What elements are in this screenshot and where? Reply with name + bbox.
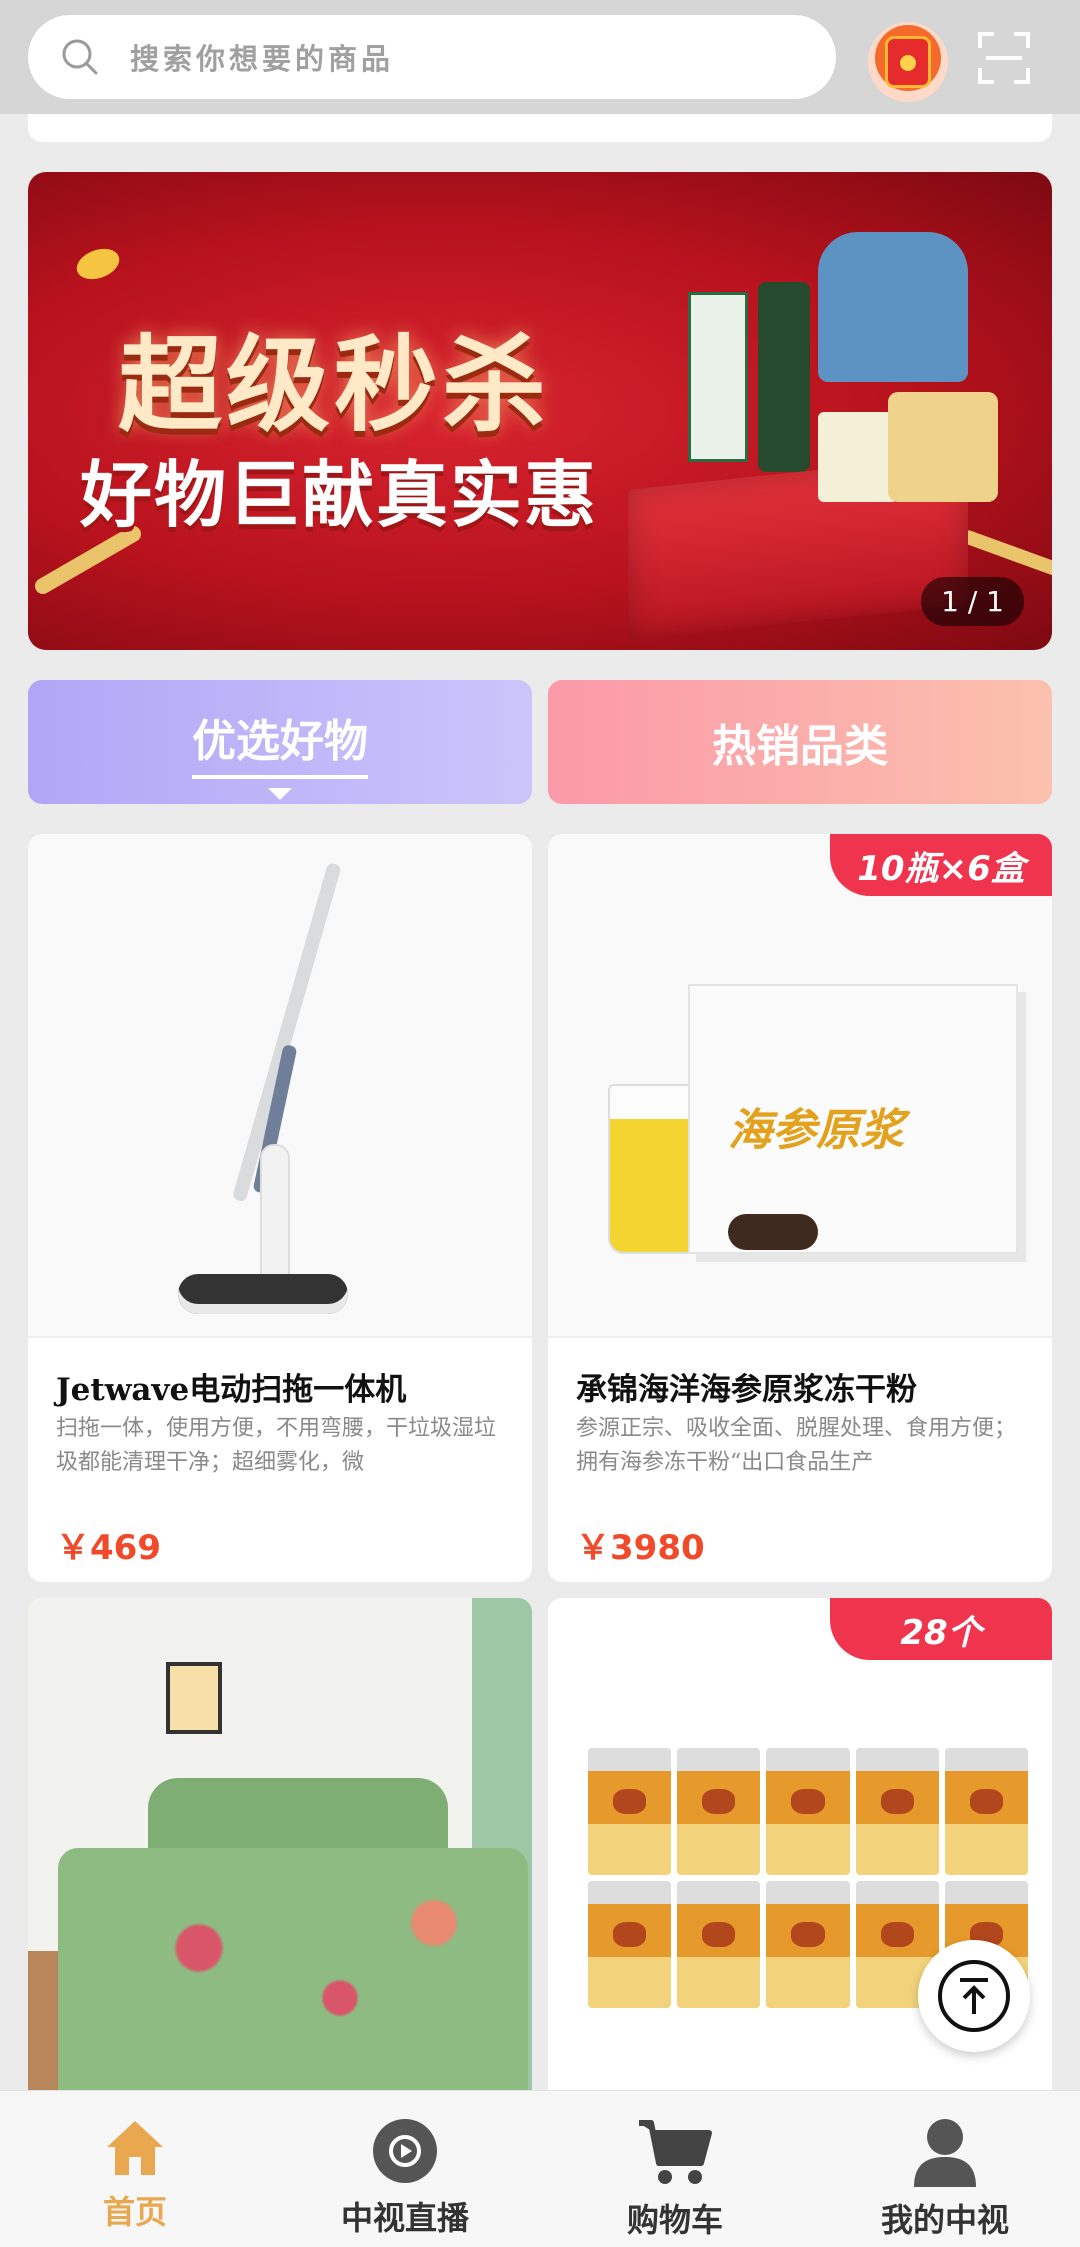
- search-bar[interactable]: 搜索你想要的商品: [28, 15, 836, 99]
- tab-hot-label: 热销品类: [712, 721, 888, 772]
- red-packet-icon[interactable]: [868, 22, 948, 102]
- tea-box-image: [818, 412, 898, 502]
- scan-icon[interactable]: [976, 30, 1032, 86]
- nav-cart-label: 购物车: [626, 2201, 723, 2239]
- search-icon: [62, 39, 98, 75]
- banner-title: 超级秒杀: [118, 323, 551, 446]
- product-image-bedding: [28, 1598, 532, 2090]
- coin-decoration: [72, 243, 124, 285]
- tab-featured[interactable]: 优选好物: [28, 680, 532, 804]
- home-icon: [107, 2121, 163, 2175]
- product-card[interactable]: 海参原浆 10瓶×6盒 承锦海洋海参原浆冻干粉 参源正宗、吸收全面、脱腥处理、食…: [548, 834, 1052, 1582]
- bottle-image: [758, 282, 810, 472]
- back-to-top-button[interactable]: [918, 1940, 1030, 2052]
- nav-home[interactable]: 首页: [0, 2091, 270, 2247]
- tab-featured-label: 优选好物: [192, 705, 368, 779]
- product-image-sea-cucumber: 海参原浆 10瓶×6盒: [548, 834, 1052, 1338]
- product-desc: 扫拖一体，使用方便，不用弯腰，干垃圾湿垃圾都能清理干净；超细雾化，微: [56, 1416, 497, 1475]
- user-icon: [914, 2119, 976, 2187]
- nav-profile[interactable]: 我的中视: [810, 2091, 1080, 2247]
- cosmetic-box-image: [688, 292, 748, 462]
- banner-subtitle: 好物巨献真实惠: [80, 452, 599, 537]
- jar-image: [888, 392, 998, 502]
- product-card[interactable]: Jetwave电动扫拖一体机 扫拖一体，使用方便，不用弯腰，干垃圾湿垃圾都能清理…: [28, 834, 532, 1582]
- top-header: 搜索你想要的商品: [0, 0, 1080, 114]
- arrow-up-icon: [938, 1960, 1010, 2032]
- box-label: 海参原浆: [728, 1105, 904, 1156]
- tab-hot-categories[interactable]: 热销品类: [548, 680, 1052, 804]
- bottom-navigation: 首页 中视直播 购物车 我的中视: [0, 2090, 1080, 2247]
- banner-page-indicator: 1 / 1: [921, 577, 1024, 626]
- jacket-image: [818, 232, 968, 382]
- product-name: Jetwave电动扫拖一体机: [56, 1372, 407, 1408]
- quantity-tag: 10瓶×6盒: [830, 834, 1052, 896]
- nav-cart[interactable]: 购物车: [540, 2091, 810, 2247]
- search-placeholder: 搜索你想要的商品: [130, 42, 395, 76]
- promo-banner[interactable]: 超级秒杀 好物巨献真实惠 1 / 1: [28, 172, 1052, 650]
- nav-live[interactable]: 中视直播: [270, 2091, 540, 2247]
- product-card[interactable]: [28, 1598, 532, 2090]
- cart-icon: [639, 2120, 712, 2184]
- notice-card-edge: [28, 114, 1052, 142]
- product-name: 承锦海洋海参原浆冻干粉: [576, 1372, 917, 1408]
- nav-home-label: 首页: [102, 2193, 167, 2231]
- active-caret-icon: [268, 788, 292, 800]
- live-icon: [373, 2119, 437, 2183]
- nav-profile-label: 我的中视: [880, 2201, 1009, 2239]
- product-image-mop: [28, 834, 532, 1338]
- nav-live-label: 中视直播: [340, 2199, 469, 2237]
- quantity-tag: 28个: [830, 1598, 1052, 1660]
- product-price: ￥469: [56, 1528, 161, 1568]
- product-desc: 参源正宗、吸收全面、脱腥处理、食用方便；拥有海参冻干粉“出口食品生产: [576, 1416, 1017, 1475]
- product-price: ￥3980: [576, 1528, 705, 1568]
